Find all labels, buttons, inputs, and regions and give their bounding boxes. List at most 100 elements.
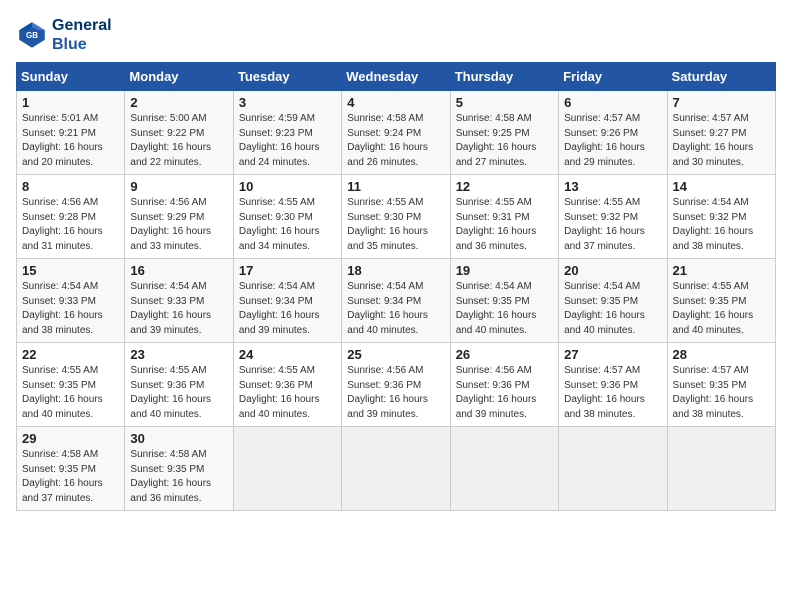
- day-number: 22: [22, 347, 119, 362]
- calendar-cell: 24 Sunrise: 4:55 AM Sunset: 9:36 PM Dayli…: [233, 343, 341, 427]
- header-saturday: Saturday: [667, 63, 775, 91]
- calendar-cell: 25Sunrise: 4:56 AM Sunset: 9:36 PM Dayli…: [342, 343, 450, 427]
- logo-general: General: [52, 16, 112, 35]
- calendar-cell: 3 Sunrise: 4:59 AM Sunset: 9:23 PM Daylig…: [233, 91, 341, 175]
- day-detail: Sunrise: 4:54 AM Sunset: 9:35 PM Dayligh…: [456, 280, 553, 338]
- calendar-cell: [233, 427, 341, 511]
- day-number: 17: [239, 263, 336, 278]
- logo: GB General Blue: [16, 16, 112, 54]
- day-detail: Sunrise: 4:56 AM Sunset: 9:36 PM Dayligh…: [456, 364, 553, 422]
- day-number: 16: [130, 263, 227, 278]
- day-number: 24: [239, 347, 336, 362]
- calendar-cell: 5 Sunrise: 4:58 AM Sunset: 9:25 PM Daylig…: [450, 91, 558, 175]
- day-detail: Sunrise: 4:58 AM Sunset: 9:25 PM Dayligh…: [456, 112, 553, 170]
- day-detail: Sunrise: 4:57 AM Sunset: 9:27 PM Dayligh…: [673, 112, 770, 170]
- page-header: GB General Blue: [16, 16, 776, 54]
- day-detail: Sunrise: 4:55 AM Sunset: 9:32 PM Dayligh…: [564, 196, 661, 254]
- calendar-cell: 13 Sunrise: 4:55 AM Sunset: 9:32 PM Dayli…: [559, 175, 667, 259]
- day-detail: Sunrise: 4:58 AM Sunset: 9:35 PM Dayligh…: [130, 448, 227, 506]
- calendar-cell: 23 Sunrise: 4:55 AM Sunset: 9:36 PM Dayli…: [125, 343, 233, 427]
- calendar-cell: 18 Sunrise: 4:54 AM Sunset: 9:34 PM Dayli…: [342, 259, 450, 343]
- calendar-cell: 12 Sunrise: 4:55 AM Sunset: 9:31 PM Dayli…: [450, 175, 558, 259]
- day-detail: Sunrise: 4:58 AM Sunset: 9:24 PM Dayligh…: [347, 112, 444, 170]
- day-detail: Sunrise: 4:55 AM Sunset: 9:36 PM Dayligh…: [130, 364, 227, 422]
- day-number: 2: [130, 95, 227, 110]
- day-detail: Sunrise: 4:56 AM Sunset: 9:28 PM Dayligh…: [22, 196, 119, 254]
- calendar-cell: 17Sunrise: 4:54 AM Sunset: 9:34 PM Dayli…: [233, 259, 341, 343]
- day-number: 8: [22, 179, 119, 194]
- calendar-cell: 7 Sunrise: 4:57 AM Sunset: 9:27 PM Daylig…: [667, 91, 775, 175]
- calendar-cell: 21 Sunrise: 4:55 AM Sunset: 9:35 PM Dayli…: [667, 259, 775, 343]
- header-monday: Monday: [125, 63, 233, 91]
- day-number: 27: [564, 347, 661, 362]
- header-friday: Friday: [559, 63, 667, 91]
- calendar-body: 1 Sunrise: 5:01 AM Sunset: 9:21 PM Daylig…: [17, 91, 776, 511]
- day-number: 7: [673, 95, 770, 110]
- day-number: 1: [22, 95, 119, 110]
- day-number: 4: [347, 95, 444, 110]
- calendar-cell: 11 Sunrise: 4:55 AM Sunset: 9:30 PM Dayli…: [342, 175, 450, 259]
- week-row-5: 29 Sunrise: 4:58 AM Sunset: 9:35 PM Dayli…: [17, 427, 776, 511]
- day-number: 13: [564, 179, 661, 194]
- day-number: 23: [130, 347, 227, 362]
- calendar-cell: 9 Sunrise: 4:56 AM Sunset: 9:29 PM Daylig…: [125, 175, 233, 259]
- day-detail: Sunrise: 4:54 AM Sunset: 9:33 PM Dayligh…: [22, 280, 119, 338]
- calendar-header-row: SundayMondayTuesdayWednesdayThursdayFrid…: [17, 63, 776, 91]
- day-detail: Sunrise: 5:01 AM Sunset: 9:21 PM Dayligh…: [22, 112, 119, 170]
- week-row-3: 15 Sunrise: 4:54 AM Sunset: 9:33 PM Dayli…: [17, 259, 776, 343]
- week-row-4: 22Sunrise: 4:55 AM Sunset: 9:35 PM Dayli…: [17, 343, 776, 427]
- header-wednesday: Wednesday: [342, 63, 450, 91]
- calendar-cell: 6 Sunrise: 4:57 AM Sunset: 9:26 PM Daylig…: [559, 91, 667, 175]
- day-number: 15: [22, 263, 119, 278]
- calendar-cell: 19 Sunrise: 4:54 AM Sunset: 9:35 PM Dayli…: [450, 259, 558, 343]
- day-detail: Sunrise: 4:54 AM Sunset: 9:34 PM Dayligh…: [347, 280, 444, 338]
- calendar-cell: 15 Sunrise: 4:54 AM Sunset: 9:33 PM Dayli…: [17, 259, 125, 343]
- logo-blue: Blue: [52, 35, 112, 54]
- calendar-cell: 2 Sunrise: 5:00 AM Sunset: 9:22 PM Daylig…: [125, 91, 233, 175]
- week-row-2: 8 Sunrise: 4:56 AM Sunset: 9:28 PM Daylig…: [17, 175, 776, 259]
- day-number: 29: [22, 431, 119, 446]
- day-detail: Sunrise: 4:56 AM Sunset: 9:29 PM Dayligh…: [130, 196, 227, 254]
- day-detail: Sunrise: 4:55 AM Sunset: 9:30 PM Dayligh…: [239, 196, 336, 254]
- day-number: 12: [456, 179, 553, 194]
- calendar-cell: [559, 427, 667, 511]
- calendar-cell: 27 Sunrise: 4:57 AM Sunset: 9:36 PM Dayli…: [559, 343, 667, 427]
- day-number: 6: [564, 95, 661, 110]
- day-number: 14: [673, 179, 770, 194]
- day-number: 3: [239, 95, 336, 110]
- day-number: 26: [456, 347, 553, 362]
- day-number: 11: [347, 179, 444, 194]
- day-detail: Sunrise: 4:55 AM Sunset: 9:30 PM Dayligh…: [347, 196, 444, 254]
- day-detail: Sunrise: 4:57 AM Sunset: 9:36 PM Dayligh…: [564, 364, 661, 422]
- header-sunday: Sunday: [17, 63, 125, 91]
- day-number: 21: [673, 263, 770, 278]
- calendar-cell: [667, 427, 775, 511]
- day-number: 18: [347, 263, 444, 278]
- calendar-cell: 20Sunrise: 4:54 AM Sunset: 9:35 PM Dayli…: [559, 259, 667, 343]
- day-detail: Sunrise: 4:55 AM Sunset: 9:35 PM Dayligh…: [673, 280, 770, 338]
- day-detail: Sunrise: 4:59 AM Sunset: 9:23 PM Dayligh…: [239, 112, 336, 170]
- day-number: 19: [456, 263, 553, 278]
- day-detail: Sunrise: 4:56 AM Sunset: 9:36 PM Dayligh…: [347, 364, 444, 422]
- day-detail: Sunrise: 5:00 AM Sunset: 9:22 PM Dayligh…: [130, 112, 227, 170]
- calendar-cell: 4 Sunrise: 4:58 AM Sunset: 9:24 PM Daylig…: [342, 91, 450, 175]
- day-number: 30: [130, 431, 227, 446]
- calendar-cell: 14 Sunrise: 4:54 AM Sunset: 9:32 PM Dayli…: [667, 175, 775, 259]
- calendar-cell: [342, 427, 450, 511]
- day-detail: Sunrise: 4:54 AM Sunset: 9:32 PM Dayligh…: [673, 196, 770, 254]
- calendar-cell: 22Sunrise: 4:55 AM Sunset: 9:35 PM Dayli…: [17, 343, 125, 427]
- week-row-1: 1 Sunrise: 5:01 AM Sunset: 9:21 PM Daylig…: [17, 91, 776, 175]
- svg-text:GB: GB: [26, 31, 38, 40]
- day-detail: Sunrise: 4:55 AM Sunset: 9:36 PM Dayligh…: [239, 364, 336, 422]
- day-detail: Sunrise: 4:57 AM Sunset: 9:26 PM Dayligh…: [564, 112, 661, 170]
- day-number: 9: [130, 179, 227, 194]
- day-number: 5: [456, 95, 553, 110]
- header-thursday: Thursday: [450, 63, 558, 91]
- calendar-cell: 30 Sunrise: 4:58 AM Sunset: 9:35 PM Dayli…: [125, 427, 233, 511]
- calendar-cell: 28Sunrise: 4:57 AM Sunset: 9:35 PM Dayli…: [667, 343, 775, 427]
- day-number: 28: [673, 347, 770, 362]
- calendar-cell: 29 Sunrise: 4:58 AM Sunset: 9:35 PM Dayli…: [17, 427, 125, 511]
- day-detail: Sunrise: 4:55 AM Sunset: 9:31 PM Dayligh…: [456, 196, 553, 254]
- day-detail: Sunrise: 4:54 AM Sunset: 9:35 PM Dayligh…: [564, 280, 661, 338]
- day-detail: Sunrise: 4:58 AM Sunset: 9:35 PM Dayligh…: [22, 448, 119, 506]
